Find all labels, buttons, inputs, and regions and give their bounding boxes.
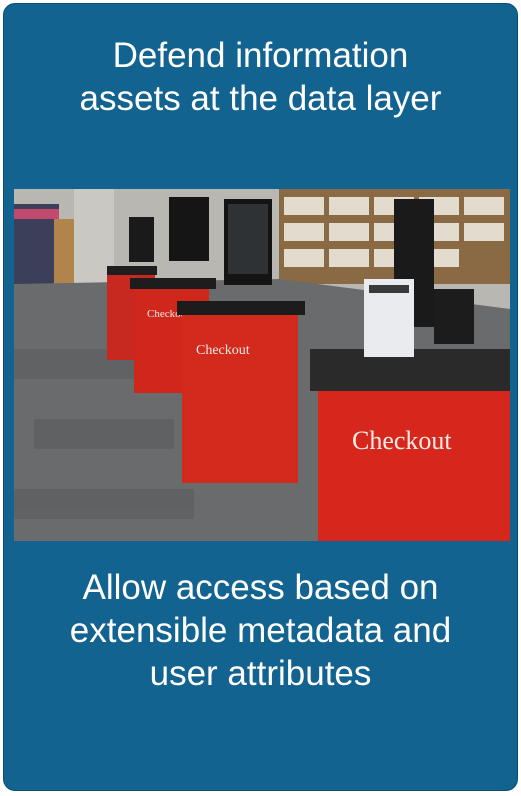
checkout-kiosk-photo: Checkout Checkout Checkout — [14, 189, 510, 541]
heading-line-2: assets at the data layer — [79, 79, 442, 118]
caption-line-3: user attributes — [149, 654, 372, 693]
card-heading: Defend information assets at the data la… — [4, 34, 517, 120]
kiosk-label-mid: Checkout — [196, 343, 250, 358]
card-caption: Allow access based on extensible metadat… — [4, 566, 517, 695]
info-card: Defend information assets at the data la… — [3, 3, 518, 791]
caption-line-2: extensible metadata and — [69, 611, 452, 650]
heading-line-1: Defend information — [112, 36, 409, 75]
kiosk-label-large: Checkout — [352, 426, 452, 455]
caption-line-1: Allow access based on — [82, 568, 439, 607]
